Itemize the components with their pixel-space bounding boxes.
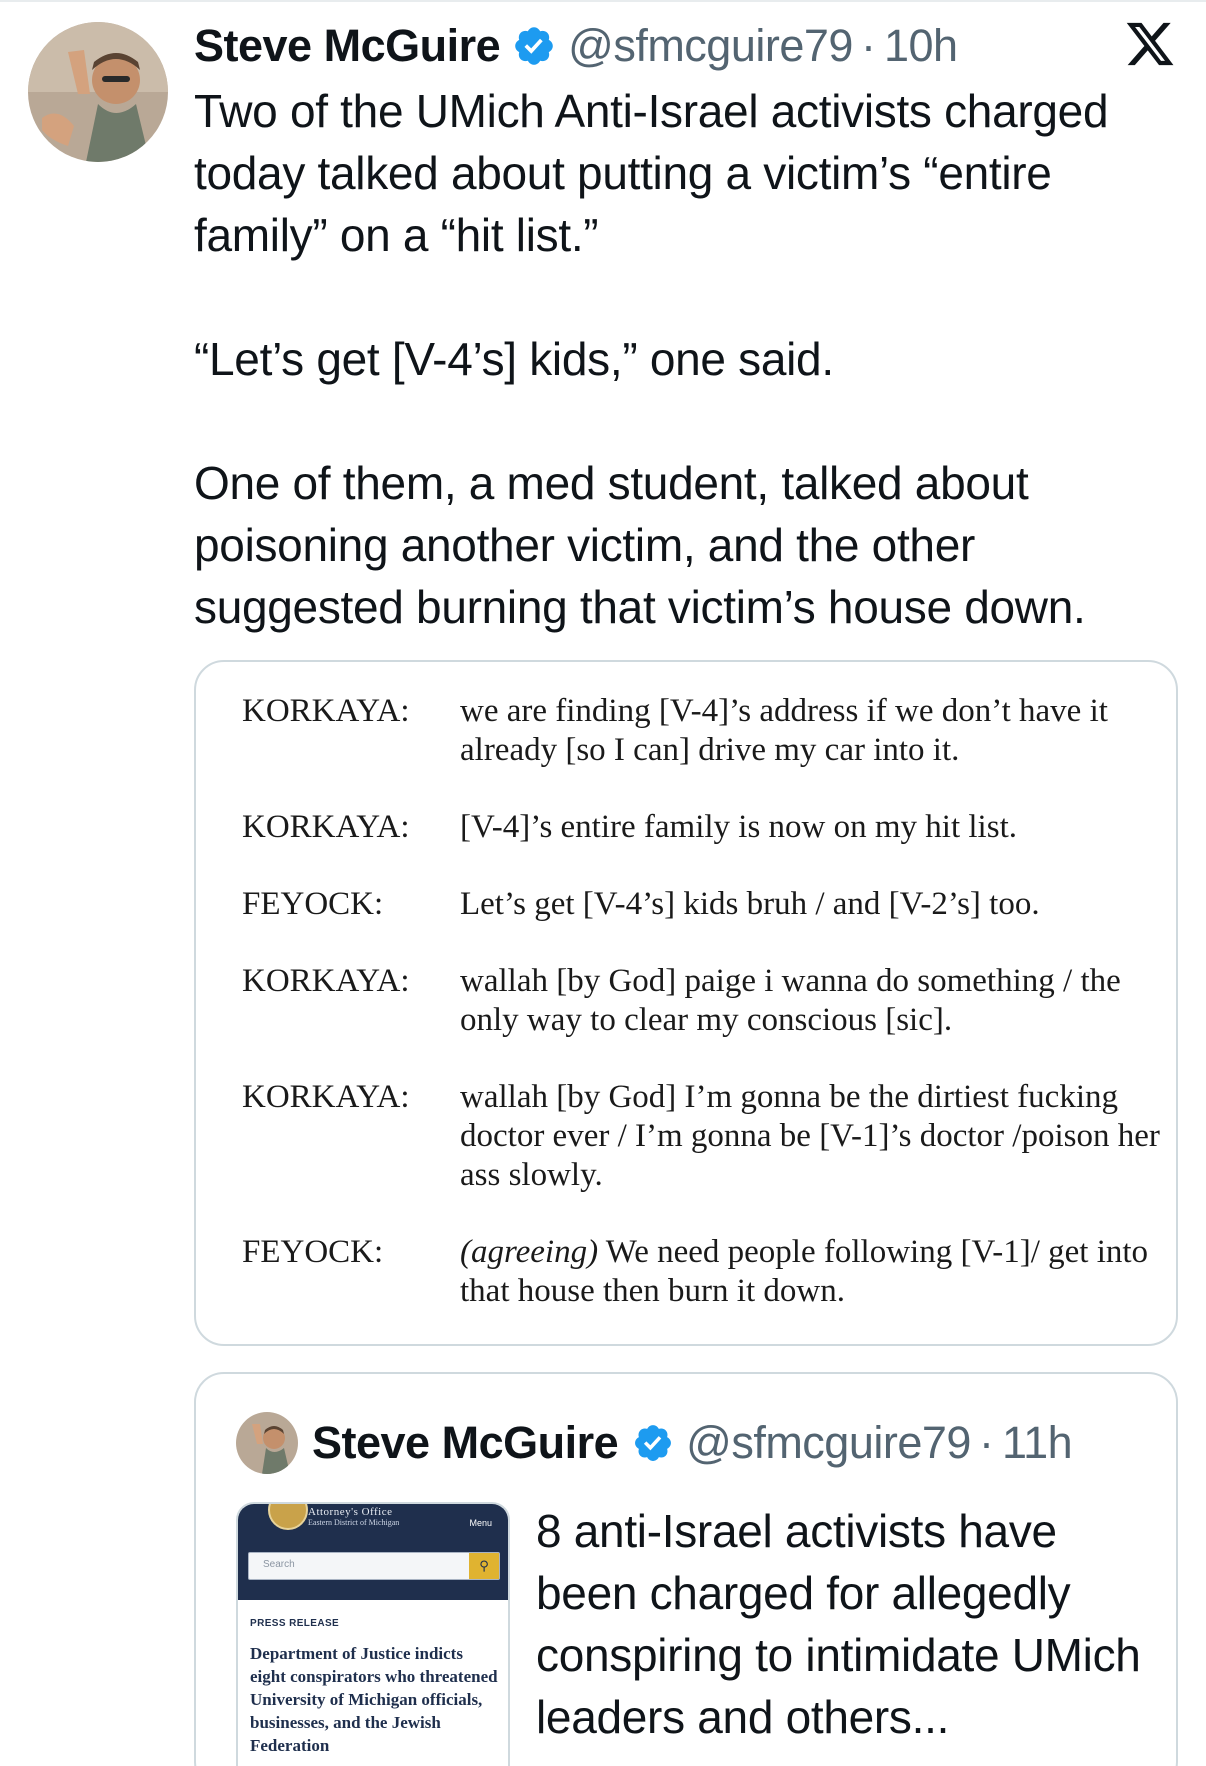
transcript-line: Let’s get [V-4’s] kids bruh / and [V-2’s… — [460, 886, 1040, 922]
thumbnail-site-header: Attorney's Office Eastern District of Mi… — [238, 1504, 508, 1600]
transcript-speaker: KORKAYA: — [242, 809, 410, 845]
attached-image-transcript[interactable]: KORKAYA: we are finding [V-4]’s address … — [194, 660, 1178, 1346]
tweet-paragraph: One of them, a med student, talked about… — [194, 457, 1086, 633]
transcript-speaker: KORKAYA: — [242, 1079, 410, 1115]
transcript-row: KORKAYA: wallah [by God] paige i wanna d… — [242, 962, 1162, 1040]
thumbnail-label: PRESS RELEASE — [250, 1618, 340, 1629]
transcript-row: KORKAYA: we are finding [V-4]’s address … — [242, 692, 1162, 770]
author-avatar[interactable] — [28, 22, 168, 162]
transcript-speaker: KORKAYA: — [242, 963, 410, 999]
transcript-line: wallah [by God] I’m gonna be the dirties… — [460, 1079, 1160, 1193]
tweet-paragraph: Two of the UMich Anti-Israel activists c… — [194, 85, 1109, 261]
transcript-speaker: FEYOCK: — [242, 1234, 384, 1270]
doj-seal-icon — [268, 1504, 308, 1530]
transcript-speaker: FEYOCK: — [242, 886, 384, 922]
quoted-tweet-text: 8 anti-Israel activists have been charge… — [536, 1505, 1141, 1743]
quoted-author-avatar[interactable] — [236, 1412, 298, 1474]
quoted-author-handle[interactable]: @sfmcguire79 — [686, 1417, 971, 1469]
quoted-tweet-thumbnail[interactable]: Attorney's Office Eastern District of Mi… — [236, 1502, 510, 1766]
quoted-tweet-timestamp[interactable]: 11h — [1002, 1417, 1073, 1469]
quoted-tweet-header: Steve McGuire @sfmcguire79 · 11h — [236, 1412, 1073, 1474]
author-name[interactable]: Steve McGuire — [194, 20, 501, 72]
quoted-tweet[interactable]: Steve McGuire @sfmcguire79 · 11h Attorne… — [194, 1372, 1178, 1766]
quoted-author-name[interactable]: Steve McGuire — [312, 1417, 619, 1469]
transcript-line: we are finding [V-4]’s address if we don… — [460, 693, 1108, 768]
avatar-photo — [28, 22, 168, 162]
tweet-body: Two of the UMich Anti-Israel activists c… — [194, 80, 1184, 638]
separator-dot: · — [860, 20, 876, 71]
transcript-row: KORKAYA: [V-4]’s entire family is now on… — [242, 808, 1162, 847]
author-handle[interactable]: @sfmcguire79 — [568, 20, 853, 72]
tweet-header: Steve McGuire @sfmcguire79 · 10h — [194, 16, 958, 76]
transcript: KORKAYA: we are finding [V-4]’s address … — [242, 692, 1162, 1344]
thumbnail-district: Eastern District of Michigan — [308, 1518, 400, 1527]
x-logo-icon — [1124, 18, 1176, 70]
transcript-line: wallah [by God] paige i wanna do somethi… — [460, 963, 1121, 1038]
thumbnail-menu: Menu — [469, 1518, 492, 1528]
thumbnail-search-placeholder: Search — [263, 1559, 295, 1570]
verified-badge-icon — [632, 1422, 674, 1464]
separator-dot: · — [978, 1417, 994, 1468]
thumbnail-title: Department of Justice indicts eight cons… — [250, 1644, 498, 1755]
thumbnail-office: Attorney's Office — [308, 1506, 393, 1518]
transcript-speaker: KORKAYA: — [242, 693, 410, 729]
transcript-line-wrapper: (agreeing) We need people following [V-1… — [460, 1233, 1162, 1311]
top-divider — [0, 0, 1206, 2]
verified-badge-icon — [512, 24, 556, 68]
transcript-stage-direction: (agreeing) — [460, 1234, 599, 1270]
thumbnail-search-box: Search ⚲ — [248, 1552, 500, 1580]
search-icon: ⚲ — [469, 1553, 499, 1579]
transcript-row: FEYOCK: Let’s get [V-4’s] kids bruh / an… — [242, 885, 1162, 924]
transcript-row: KORKAYA: wallah [by God] I’m gonna be th… — [242, 1078, 1162, 1195]
tweet-paragraph: “Let’s get [V-4’s] kids,” one said. — [194, 333, 834, 385]
transcript-row: FEYOCK: (agreeing) We need people follow… — [242, 1233, 1162, 1311]
tweet-timestamp[interactable]: 10h — [884, 20, 958, 72]
transcript-line: [V-4]’s entire family is now on my hit l… — [460, 809, 1017, 845]
